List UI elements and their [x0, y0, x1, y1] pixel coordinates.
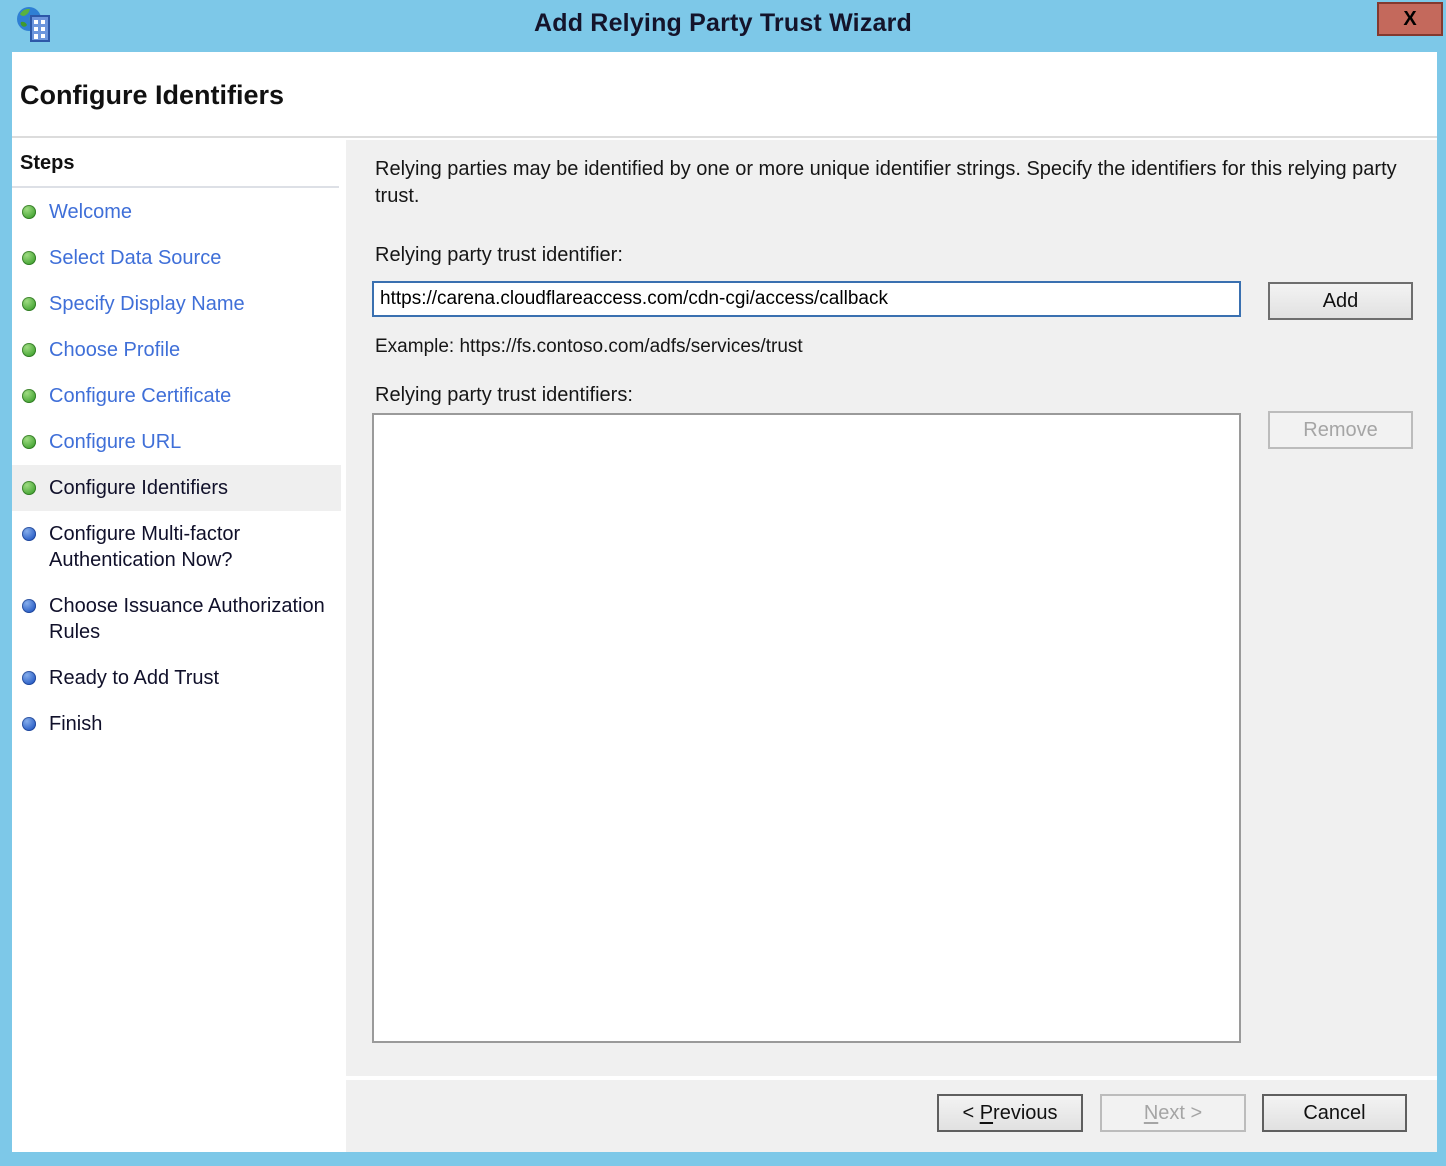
step-pending-icon [22, 599, 36, 613]
sidebar-item-welcome[interactable]: Welcome [12, 189, 341, 235]
sidebar-item-select-data-source[interactable]: Select Data Source [12, 235, 341, 281]
cancel-button[interactable]: Cancel [1262, 1094, 1407, 1132]
next-label-rest: ext > [1158, 1102, 1202, 1124]
sidebar-item-configure-certificate[interactable]: Configure Certificate [12, 373, 341, 419]
step-label: Welcome [49, 199, 132, 225]
step-pending-icon [22, 671, 36, 685]
page-header: Configure Identifiers [12, 52, 1437, 138]
sidebar-item-specify-display-name[interactable]: Specify Display Name [12, 281, 341, 327]
sidebar-item-configure-url[interactable]: Configure URL [12, 419, 341, 465]
step-label: Specify Display Name [49, 291, 245, 317]
example-text: Example: https://fs.contoso.com/adfs/ser… [375, 336, 803, 358]
step-completed-icon [22, 343, 36, 357]
step-pending-icon [22, 717, 36, 731]
remove-button[interactable]: Remove [1268, 411, 1413, 449]
step-label: Choose Profile [49, 337, 180, 363]
step-label: Configure URL [49, 429, 181, 455]
page-title: Configure Identifiers [20, 80, 284, 111]
intro-text: Relying parties may be identified by one… [375, 156, 1399, 210]
step-completed-icon [22, 251, 36, 265]
step-label: Select Data Source [49, 245, 221, 271]
step-completed-icon [22, 435, 36, 449]
step-label: Configure Certificate [49, 383, 231, 409]
sidebar-item-choose-issuance-rules[interactable]: Choose Issuance Authorization Rules [12, 583, 341, 655]
identifiers-list-label: Relying party trust identifiers: [375, 384, 633, 407]
close-button[interactable]: X [1377, 2, 1443, 36]
previous-label-prefix: < [962, 1102, 979, 1124]
previous-label-accelerator: P [980, 1102, 993, 1124]
steps-list: Welcome Select Data Source Specify Displ… [12, 189, 341, 747]
steps-sidebar: Steps Welcome Select Data Source Specify… [12, 140, 341, 1152]
step-label: Ready to Add Trust [49, 665, 219, 691]
sidebar-item-choose-profile[interactable]: Choose Profile [12, 327, 341, 373]
identifier-field-label: Relying party trust identifier: [375, 244, 623, 267]
previous-button[interactable]: < Previous [937, 1094, 1083, 1132]
titlebar: Add Relying Party Trust Wizard X [0, 0, 1446, 52]
steps-heading: Steps [12, 140, 339, 188]
add-button[interactable]: Add [1268, 282, 1413, 320]
sidebar-item-configure-mfa[interactable]: Configure Multi-factor Authentication No… [12, 511, 341, 583]
step-label: Configure Identifiers [49, 475, 228, 501]
sidebar-item-ready-to-add-trust[interactable]: Ready to Add Trust [12, 655, 341, 701]
sidebar-item-configure-identifiers[interactable]: Configure Identifiers [12, 465, 341, 511]
step-current-icon [22, 481, 36, 495]
step-completed-icon [22, 389, 36, 403]
step-completed-icon [22, 205, 36, 219]
previous-label-rest: revious [993, 1102, 1057, 1124]
sidebar-item-finish[interactable]: Finish [12, 701, 341, 747]
step-label: Choose Issuance Authorization Rules [49, 593, 335, 645]
wizard-dialog: Configure Identifiers Steps Welcome Sele… [12, 52, 1437, 1152]
identifiers-listbox[interactable] [372, 413, 1241, 1043]
next-label-accelerator: N [1144, 1102, 1158, 1124]
step-label: Configure Multi-factor Authentication No… [49, 521, 335, 573]
step-pending-icon [22, 527, 36, 541]
window-title: Add Relying Party Trust Wizard [0, 9, 1446, 38]
footer-bar: < Previous Next > Cancel [346, 1080, 1437, 1152]
step-label: Finish [49, 711, 102, 737]
identifier-input[interactable] [372, 281, 1241, 317]
next-button[interactable]: Next > [1100, 1094, 1246, 1132]
main-panel: Relying parties may be identified by one… [346, 140, 1437, 1076]
step-completed-icon [22, 297, 36, 311]
